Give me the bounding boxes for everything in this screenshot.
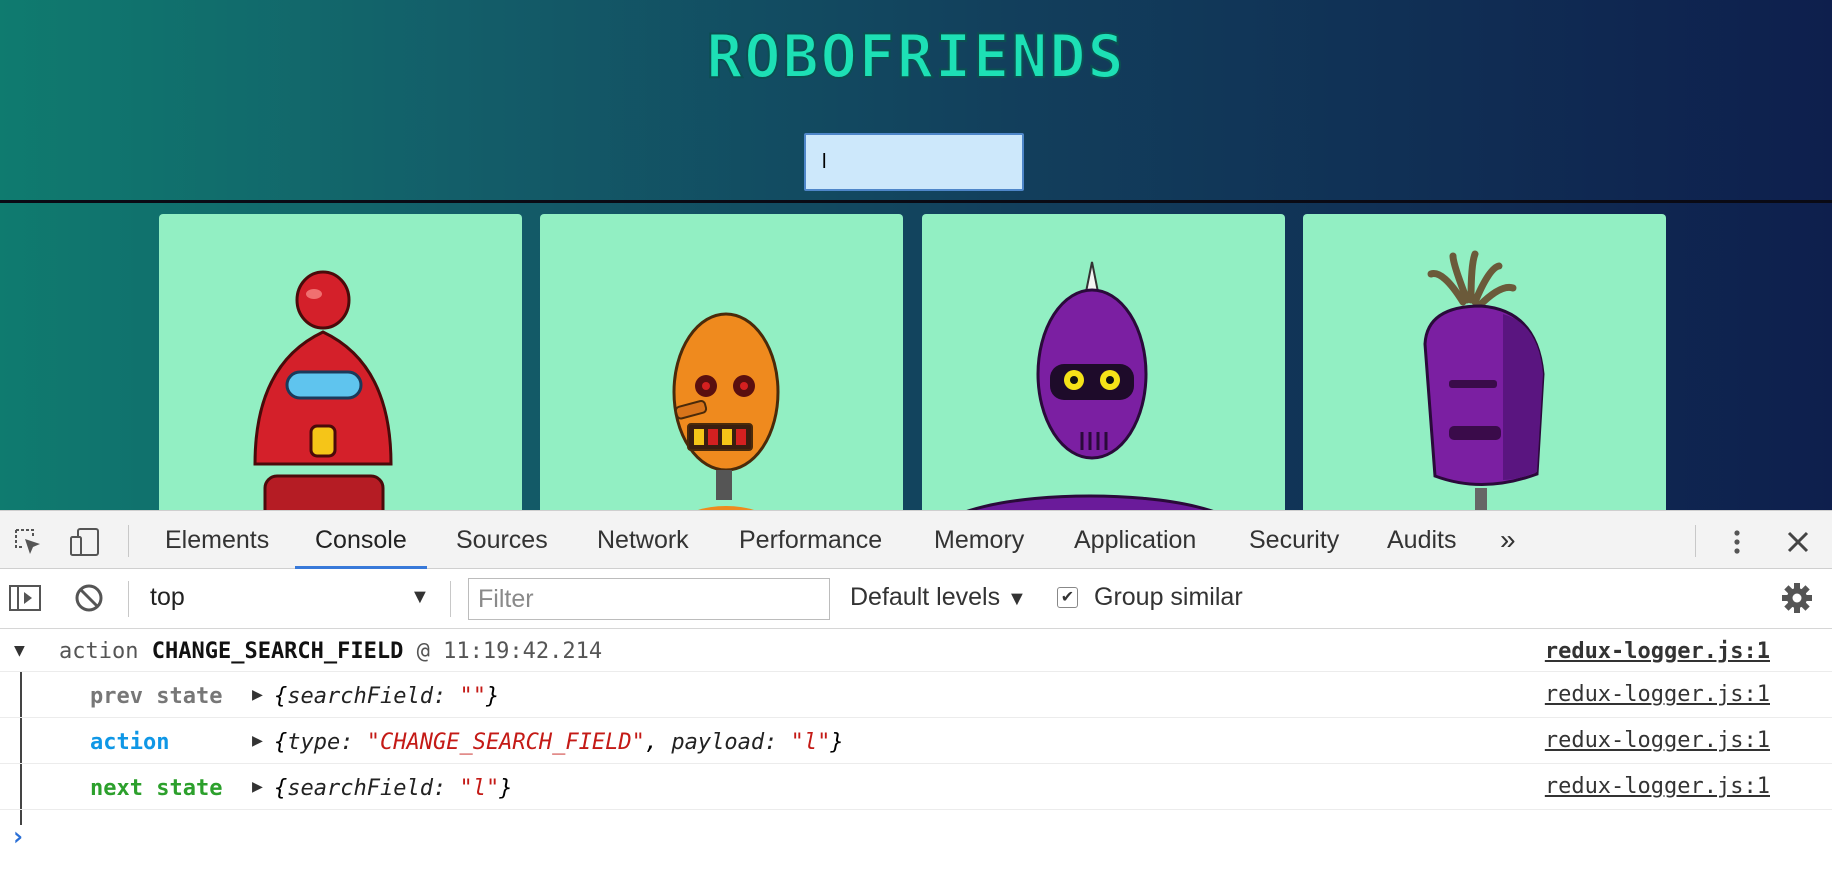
inspect-element-icon[interactable]	[11, 525, 45, 559]
object-brace: {	[274, 684, 288, 709]
devtools-panel: Elements Console Sources Network Perform…	[0, 510, 1832, 882]
tab-application[interactable]: Application	[1074, 511, 1196, 569]
object-value: "CHANGE_SEARCH_FIELD"	[366, 730, 645, 755]
log-group-action-type: CHANGE_SEARCH_FIELD	[151, 639, 404, 664]
object-brace: {	[274, 730, 288, 755]
log-entry: next state ▶ {searchField: "l"} redux-lo…	[0, 764, 1832, 810]
tab-performance[interactable]: Performance	[739, 511, 882, 569]
expand-triangle-icon[interactable]: ▶	[252, 776, 263, 797]
object-key: searchField:	[287, 684, 447, 709]
tabbar-separator	[1695, 525, 1696, 557]
devtools-tabbar: Elements Console Sources Network Perform…	[0, 510, 1832, 569]
object-brace: }	[499, 776, 513, 801]
source-link[interactable]: redux-logger.js:1	[1545, 682, 1770, 707]
chevron-down-icon: ▼	[1007, 588, 1027, 610]
tabbar-separator	[128, 525, 129, 557]
more-tabs-button[interactable]: »	[1500, 511, 1516, 569]
tab-network[interactable]: Network	[597, 511, 689, 569]
context-selector[interactable]: top	[150, 583, 185, 612]
object-brace: }	[830, 730, 844, 755]
object-value: "l"	[459, 776, 500, 801]
console-prompt-row[interactable]: ›	[0, 810, 1832, 870]
log-entry: action ▶ {type: "CHANGE_SEARCH_FIELD", p…	[0, 718, 1832, 764]
source-link[interactable]: redux-logger.js:1	[1545, 774, 1770, 799]
show-sidebar-icon[interactable]	[8, 581, 42, 615]
close-icon[interactable]	[1781, 525, 1815, 559]
purple-tufted-robot-image	[1423, 250, 1545, 510]
object-value: "l"	[790, 730, 831, 755]
object-value: ""	[459, 684, 486, 709]
log-entry-label: prev state	[90, 684, 223, 709]
prompt-chevron-icon: ›	[10, 822, 26, 852]
log-group-title: action CHANGE_SEARCH_FIELD @ 11:19:42.21…	[59, 639, 602, 664]
toolbar-separator	[450, 581, 451, 617]
object-key: type:	[287, 730, 354, 755]
tab-audits[interactable]: Audits	[1387, 511, 1456, 569]
source-link[interactable]: redux-logger.js:1	[1545, 639, 1770, 664]
console-toolbar: top ▼ Default levels ▼ ✔ Group similar	[0, 569, 1832, 629]
log-group-prefix: action	[59, 639, 139, 664]
robot-card[interactable]	[922, 214, 1285, 510]
robofriends-app: ROBOFRIENDS	[0, 0, 1832, 510]
log-entry-object[interactable]: {type: "CHANGE_SEARCH_FIELD", payload: "…	[274, 730, 844, 755]
gear-icon[interactable]	[1780, 581, 1814, 615]
log-group-header[interactable]: ▼ action CHANGE_SEARCH_FIELD @ 11:19:42.…	[0, 630, 1832, 672]
tab-security[interactable]: Security	[1249, 511, 1339, 569]
group-similar-checkbox[interactable]: ✔	[1057, 587, 1078, 608]
red-robot-image	[253, 270, 393, 510]
object-key: searchField:	[287, 776, 447, 801]
more-options-icon[interactable]	[1720, 525, 1754, 559]
log-entry-label: action	[90, 730, 170, 755]
robot-card[interactable]	[159, 214, 522, 510]
log-entry-object[interactable]: {searchField: ""}	[274, 684, 499, 709]
app-logo: ROBOFRIENDS	[705, 21, 1126, 93]
chevron-down-icon[interactable]: ▼	[410, 586, 430, 609]
object-brace: }	[485, 684, 500, 709]
clear-console-icon[interactable]	[72, 581, 106, 615]
log-group-timestamp: @ 11:19:42.214	[416, 639, 603, 664]
toolbar-separator	[128, 581, 129, 617]
expand-triangle-icon[interactable]: ▶	[252, 684, 263, 705]
robot-card[interactable]	[540, 214, 903, 510]
expand-triangle-icon[interactable]: ▼	[14, 640, 25, 661]
device-toolbar-icon[interactable]	[68, 525, 102, 559]
robot-card[interactable]	[1303, 214, 1666, 510]
tab-sources[interactable]: Sources	[456, 511, 548, 569]
log-levels-dropdown[interactable]: Default levels ▼	[850, 583, 1027, 612]
source-link[interactable]: redux-logger.js:1	[1545, 728, 1770, 753]
header-divider	[0, 200, 1832, 203]
expand-triangle-icon[interactable]: ▶	[252, 730, 263, 751]
object-brace: {	[274, 776, 288, 801]
tab-elements[interactable]: Elements	[165, 511, 269, 569]
filter-input[interactable]	[468, 578, 830, 620]
group-similar-label: Group similar	[1094, 583, 1243, 611]
log-entry-object[interactable]: {searchField: "l"}	[274, 776, 512, 801]
log-levels-label: Default levels	[850, 583, 1001, 611]
tab-console[interactable]: Console	[295, 511, 427, 569]
orange-robot-image	[672, 312, 780, 510]
tab-memory[interactable]: Memory	[934, 511, 1024, 569]
object-key: payload:	[671, 730, 778, 755]
search-input[interactable]	[804, 133, 1024, 191]
purple-spiked-robot-image	[966, 261, 1214, 510]
console-output: ▼ action CHANGE_SEARCH_FIELD @ 11:19:42.…	[0, 630, 1832, 882]
log-entry: prev state ▶ {searchField: ""} redux-log…	[0, 672, 1832, 718]
log-entry-label: next state	[90, 776, 223, 801]
